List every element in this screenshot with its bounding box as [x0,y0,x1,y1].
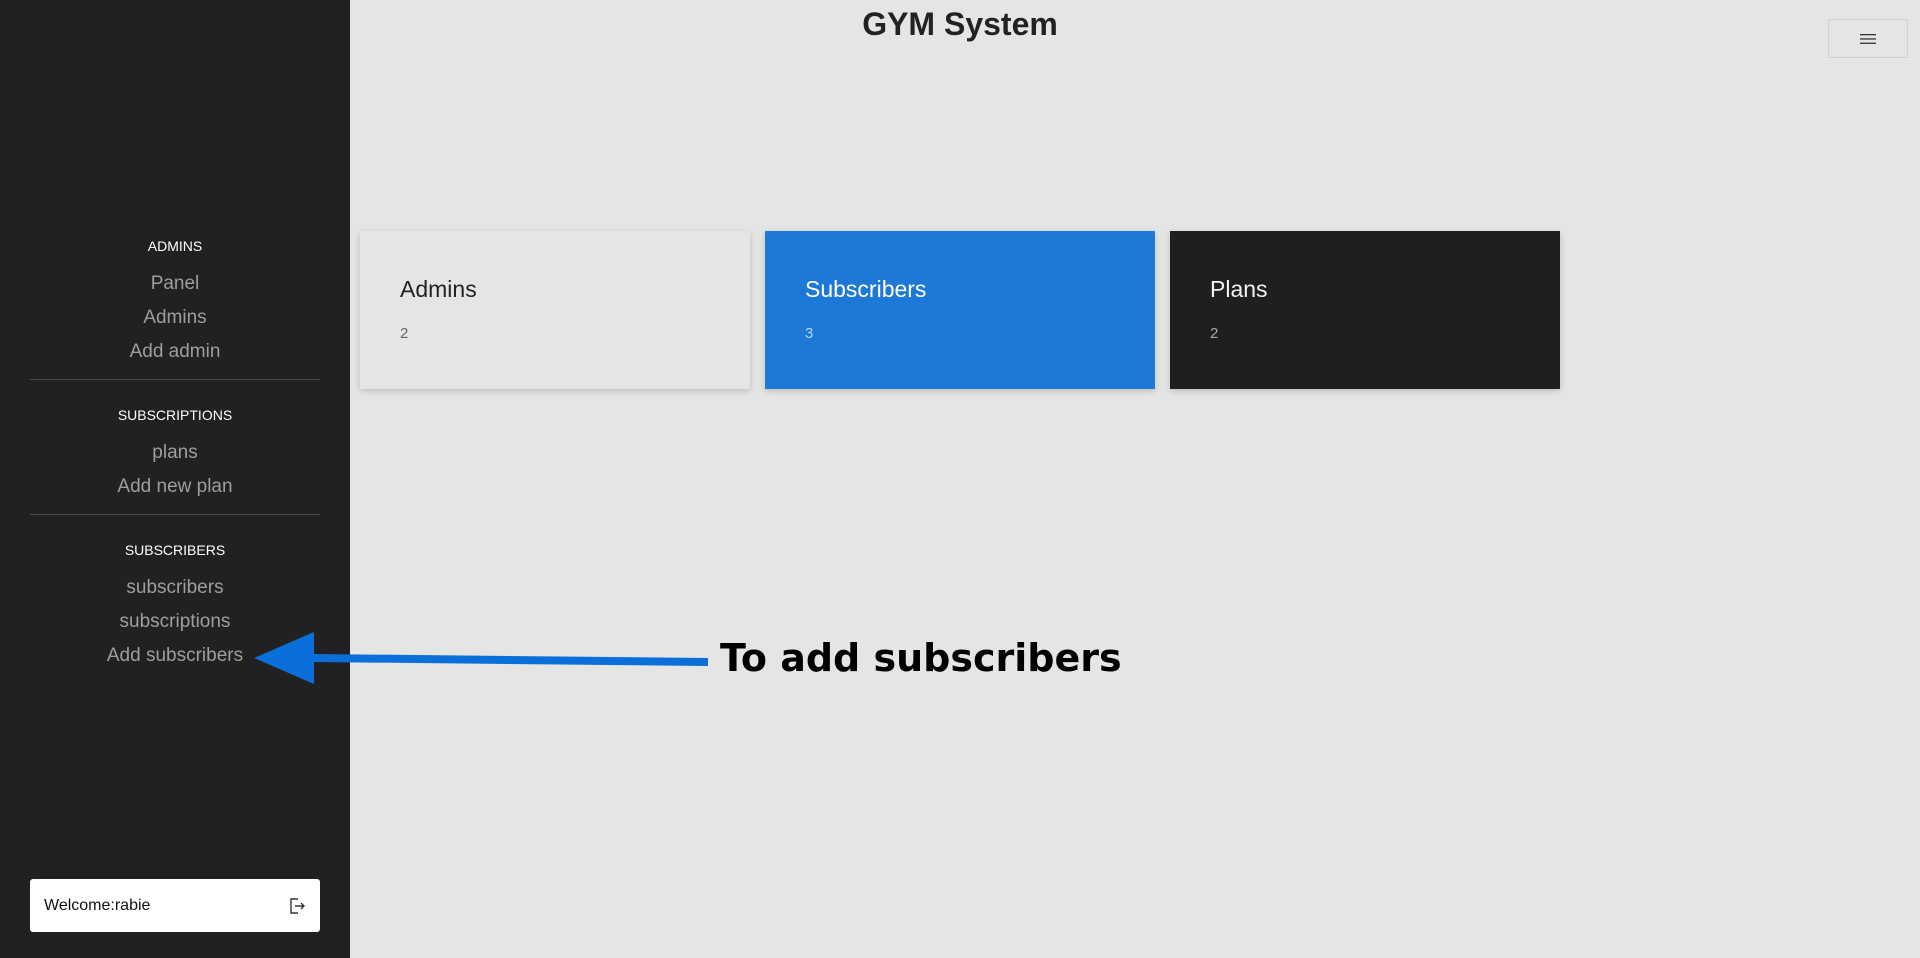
page-title: GYM System [862,6,1058,42]
card-count: 2 [400,325,409,342]
nav-link-add-new-plan[interactable]: Add new plan [30,470,320,504]
logout-icon[interactable] [288,897,306,915]
nav-section-subscriptions: SUBSCRIPTIONS plans Add new plan [30,406,320,504]
nav-link-plans[interactable]: plans [30,436,320,470]
plans-card[interactable]: Plans 2 [1170,231,1560,389]
nav-link-admins[interactable]: Admins [30,301,320,335]
nav-section-admins: ADMINS Panel Admins Add admin [30,237,320,369]
nav-header-admins: ADMINS [147,238,203,254]
nav-link-subscribers[interactable]: subscribers [30,571,320,605]
card-count: 2 [1210,325,1219,342]
nav-header-subscriptions: SUBSCRIPTIONS [117,407,233,423]
subscribers-card[interactable]: Subscribers 3 [765,231,1155,389]
sidebar: ADMINS Panel Admins Add admin SUBSCRIPTI… [0,0,350,958]
nav-header-subscribers: SUBSCRIBERS [124,542,226,558]
card-title: Admins [400,276,477,302]
welcome-box: Welcome:rabie [30,879,320,932]
nav-divider [30,379,320,380]
annotation-arrow [254,632,709,684]
nav-divider [30,514,320,515]
nav-link-panel[interactable]: Panel [30,267,320,301]
card-count: 3 [805,325,814,342]
welcome-text: Welcome:rabie [44,896,151,914]
annotation-text: To add subscribers [720,636,1122,680]
card-title: Subscribers [805,276,927,302]
nav-link-add-admin[interactable]: Add admin [30,335,320,369]
admins-card[interactable]: Admins 2 [360,231,750,389]
hamburger-menu-icon [1860,33,1876,44]
menu-toggle-button[interactable] [1828,19,1908,58]
card-title: Plans [1210,276,1268,302]
